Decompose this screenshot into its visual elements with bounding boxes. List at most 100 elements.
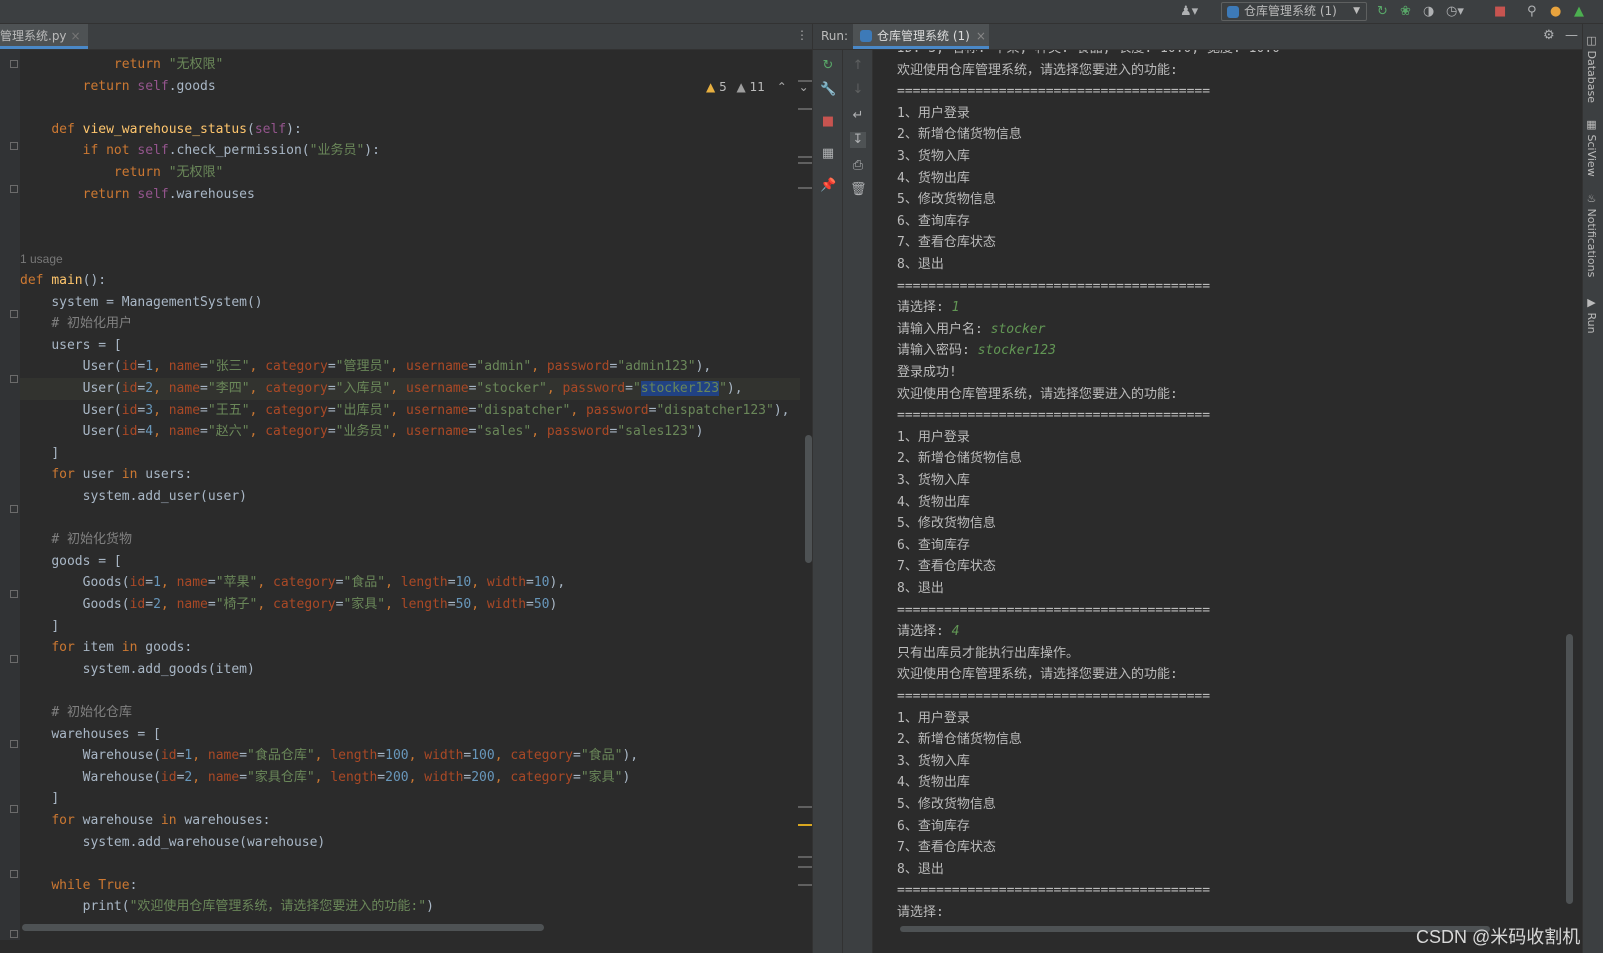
coverage-icon[interactable]: ◑: [1423, 4, 1434, 20]
code-line[interactable]: warehouses = [: [20, 724, 161, 746]
minimize-icon[interactable]: —: [1565, 28, 1578, 43]
run-tab[interactable]: 仓库管理系统 (1) ×: [853, 24, 989, 49]
tool-database[interactable]: ◫ Database: [1585, 34, 1598, 103]
console-text: 5、修改货物信息: [897, 797, 996, 812]
code-line[interactable]: # 初始化用户: [20, 313, 132, 335]
fold-marker[interactable]: [10, 375, 18, 383]
fold-marker[interactable]: [10, 185, 18, 193]
code-line[interactable]: Goods(id=2, name="椅子", category="家具", le…: [20, 594, 558, 616]
code-line[interactable]: Goods(id=1, name="苹果", category="食品", le…: [20, 572, 566, 594]
search-icon[interactable]: ⚲: [1527, 4, 1537, 20]
code-line[interactable]: User(id=3, name="王五", category="出库员", us…: [20, 400, 790, 422]
debug-icon[interactable]: ❀: [1400, 4, 1411, 20]
code-line[interactable]: users = [: [20, 335, 121, 357]
fold-marker[interactable]: [10, 740, 18, 748]
code-line[interactable]: goods = [: [20, 551, 121, 573]
rerun-icon[interactable]: ↻: [1377, 4, 1388, 20]
fold-marker[interactable]: [10, 930, 18, 938]
fold-marker[interactable]: [10, 870, 18, 878]
code-line[interactable]: 1 usage: [20, 248, 63, 270]
tool-sciview[interactable]: ▦ SciView: [1585, 118, 1598, 177]
console-line: 3、货物入库: [897, 146, 970, 168]
code-line[interactable]: def main():: [20, 270, 106, 292]
console-output[interactable]: ID: 3, 名称: 苹果, 种类: 食品, 长度: 10.0, 宽度: 10.…: [873, 50, 1583, 953]
code-token: in: [121, 467, 146, 483]
code-line[interactable]: Warehouse(id=1, name="食品仓库", length=100,…: [20, 745, 639, 767]
code-line[interactable]: print("欢迎使用仓库管理系统，请选择您要进入的功能:"): [20, 896, 434, 918]
code-line[interactable]: def view_warehouse_status(self):: [20, 119, 301, 141]
close-icon[interactable]: ×: [976, 29, 986, 43]
code-line[interactable]: for warehouse in warehouses:: [20, 810, 270, 832]
console-horizontal-scrollbar[interactable]: [900, 926, 1490, 932]
code-line[interactable]: User(id=2, name="李四", category="入库员", us…: [20, 378, 800, 400]
editor-horizontal-scrollbar[interactable]: [22, 924, 544, 931]
console-text: ========================================: [897, 408, 1211, 424]
code-line[interactable]: for user in users:: [20, 464, 192, 486]
code-line[interactable]: # 初始化货物: [20, 529, 132, 551]
profile-icon[interactable]: ◷▾: [1446, 4, 1464, 20]
editor-tab-file[interactable]: 管理系统.py ×: [0, 24, 88, 49]
arrow-down-icon[interactable]: ↓: [850, 82, 866, 98]
console-line: 2、新增仓储货物信息: [897, 124, 1022, 146]
fold-marker[interactable]: [10, 655, 18, 663]
gear-icon[interactable]: ⚙: [1543, 28, 1555, 43]
fold-marker[interactable]: [10, 142, 18, 150]
code-token: id: [160, 748, 177, 764]
soft-wrap-icon[interactable]: ↵: [850, 108, 866, 124]
inspection-widget[interactable]: ▲ 5 ▲ 11 ⌃ ⌄: [706, 80, 809, 94]
rerun-icon[interactable]: ↻: [820, 58, 836, 74]
pin-icon[interactable]: 📌: [820, 178, 836, 194]
stop-icon[interactable]: ■: [820, 114, 836, 130]
code-line[interactable]: return "无权限": [20, 162, 223, 184]
code-line[interactable]: if not self.check_permission("业务员"):: [20, 140, 380, 162]
chevron-up-icon[interactable]: ⌃: [777, 80, 787, 94]
code-line[interactable]: User(id=1, name="张三", category="管理员", us…: [20, 356, 712, 378]
code-line[interactable]: for item in goods:: [20, 637, 192, 659]
wrench-icon[interactable]: 🔧: [820, 82, 836, 98]
fold-marker[interactable]: [10, 310, 18, 318]
plugin-icon[interactable]: ▲: [1574, 4, 1584, 20]
code-token: ,: [257, 597, 274, 612]
update-icon[interactable]: ●: [1550, 4, 1561, 20]
code-area[interactable]: return "无权限" return self.goods def view_…: [0, 50, 800, 930]
stop-icon[interactable]: ■: [1494, 4, 1506, 20]
close-icon[interactable]: ×: [71, 29, 81, 43]
code-token: "张三": [207, 359, 250, 375]
fold-marker[interactable]: [10, 590, 18, 598]
print-icon[interactable]: ⎙: [850, 158, 866, 174]
fold-marker[interactable]: [10, 805, 18, 813]
trash-icon[interactable]: 🗑: [850, 182, 867, 198]
editor-vertical-scrollbar[interactable]: [805, 435, 812, 563]
console-vertical-scrollbar[interactable]: [1566, 634, 1573, 904]
code-line[interactable]: Warehouse(id=2, name="家具仓库", length=200,…: [20, 767, 631, 789]
run-configuration-select[interactable]: 仓库管理系统 (1) ▼: [1221, 2, 1367, 21]
tool-notifications[interactable]: ♨ Notifications: [1585, 192, 1598, 277]
tool-run[interactable]: ▶ Run: [1585, 296, 1598, 334]
code-line[interactable]: ]: [20, 616, 59, 638]
fold-marker[interactable]: [10, 505, 18, 513]
code-line[interactable]: while True:: [20, 875, 137, 897]
code-line[interactable]: # 初始化仓库: [20, 702, 132, 724]
code-line[interactable]: system.add_goods(item): [20, 659, 255, 681]
chevron-down-icon[interactable]: ⌄: [799, 80, 809, 94]
more-options-icon[interactable]: ⋮: [796, 28, 808, 42]
console-line: 请输入密码: stocker123: [897, 340, 1056, 362]
code-line[interactable]: system.add_warehouse(warehouse): [20, 832, 326, 854]
code-line[interactable]: system.add_user(user): [20, 486, 247, 508]
code-token: password: [562, 381, 626, 396]
code-line[interactable]: system = ManagementSystem(): [20, 292, 262, 314]
code-token: =: [526, 597, 534, 612]
layout-icon[interactable]: ▦: [820, 146, 836, 162]
code-line[interactable]: User(id=4, name="赵六", category="业务员", us…: [20, 421, 704, 443]
user-icon[interactable]: ♟▾: [1180, 4, 1198, 20]
code-line[interactable]: return self.warehouses: [20, 184, 255, 206]
arrow-up-icon[interactable]: ↑: [850, 58, 866, 74]
scroll-to-end-icon[interactable]: ↧: [850, 132, 866, 148]
usage-hint[interactable]: 1 usage: [20, 252, 63, 266]
code-line[interactable]: ]: [20, 443, 59, 465]
fold-marker[interactable]: [10, 60, 18, 68]
code-token: "家具仓库": [247, 769, 315, 785]
code-line[interactable]: ]: [20, 788, 59, 810]
code-line[interactable]: return "无权限": [20, 54, 223, 76]
code-line[interactable]: return self.goods: [20, 76, 216, 98]
